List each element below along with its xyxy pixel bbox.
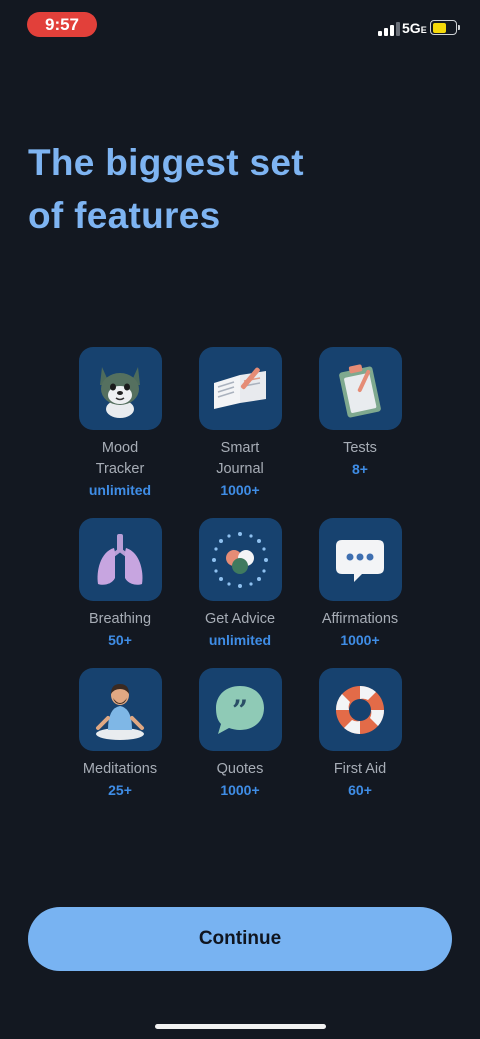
feature-label: First Aid bbox=[298, 759, 422, 780]
feature-label: Get Advice bbox=[178, 609, 302, 630]
feature-count: unlimited bbox=[88, 482, 152, 498]
feature-first-aid[interactable]: First Aid 60+ bbox=[298, 668, 422, 801]
feature-label-line: Journal bbox=[216, 461, 264, 477]
feature-count: 50+ bbox=[108, 632, 132, 648]
wolf-mascot-icon bbox=[100, 366, 140, 418]
chat-bubble-icon bbox=[336, 539, 384, 582]
feature-label-line: Tracker bbox=[95, 461, 145, 477]
feature-count: unlimited bbox=[208, 632, 272, 648]
feature-label-line: Breathing bbox=[88, 611, 152, 627]
feature-count: 1000+ bbox=[220, 482, 260, 498]
continue-button[interactable]: Continue bbox=[28, 907, 452, 971]
status-bar: 9:57 5GE bbox=[0, 0, 480, 48]
network-indicator: 5GE bbox=[402, 20, 427, 36]
feature-label-line: First Aid bbox=[333, 761, 387, 777]
feature-label-line: Quotes bbox=[216, 761, 264, 777]
cellular-signal-icon bbox=[378, 22, 400, 36]
feature-label-line: Affirmations bbox=[321, 611, 399, 627]
battery-icon bbox=[430, 20, 460, 35]
feature-tile[interactable]: ” bbox=[198, 668, 282, 751]
feature-label-line: Get Advice bbox=[204, 611, 276, 627]
page-title: The biggest set of features bbox=[28, 136, 448, 242]
lungs-icon bbox=[97, 533, 143, 585]
feature-count: 8+ bbox=[352, 461, 368, 477]
feature-tile[interactable] bbox=[318, 668, 402, 751]
feature-breathing[interactable]: Breathing 50+ bbox=[58, 518, 182, 651]
feature-tile[interactable] bbox=[78, 518, 162, 601]
feature-label: Smart Journal bbox=[178, 438, 302, 480]
feature-label: Tests bbox=[298, 438, 422, 459]
feature-affirmations[interactable]: Affirmations 1000+ bbox=[298, 518, 422, 651]
feature-label-line: Meditations bbox=[82, 761, 158, 777]
network-type: 5G bbox=[402, 20, 421, 36]
quote-bubble-icon: ” bbox=[216, 685, 264, 734]
lifebuoy-icon bbox=[335, 685, 385, 734]
feature-tile[interactable] bbox=[78, 668, 162, 751]
status-time: 9:57 bbox=[27, 12, 97, 37]
feature-count: 1000+ bbox=[220, 782, 260, 798]
feature-label: Breathing bbox=[58, 609, 182, 630]
feature-count: 1000+ bbox=[340, 632, 380, 648]
svg-text:”: ” bbox=[232, 694, 248, 727]
feature-tile[interactable] bbox=[198, 347, 282, 430]
feature-meditations[interactable]: Meditations 25+ bbox=[58, 668, 182, 801]
clipboard-icon bbox=[339, 364, 381, 417]
feature-get-advice[interactable]: Get Advice unlimited bbox=[178, 518, 302, 651]
feature-label: Quotes bbox=[178, 759, 302, 780]
meditating-person-icon bbox=[96, 683, 144, 740]
feature-label: Affirmations bbox=[298, 609, 422, 630]
feature-label-line: Tests bbox=[343, 440, 377, 456]
feature-quotes[interactable]: ” Quotes 1000+ bbox=[178, 668, 302, 801]
feature-tests[interactable]: Tests 8+ bbox=[298, 347, 422, 480]
feature-tile[interactable] bbox=[198, 518, 282, 601]
feature-tile[interactable] bbox=[318, 347, 402, 430]
feature-count: 25+ bbox=[108, 782, 132, 798]
feature-smart-journal[interactable]: Smart Journal 1000+ bbox=[178, 347, 302, 501]
page-title-line-1: The biggest set bbox=[28, 142, 304, 183]
page-title-line-2: of features bbox=[28, 195, 221, 236]
journal-icon bbox=[214, 367, 266, 409]
network-sub: E bbox=[420, 25, 427, 35]
feature-tile[interactable] bbox=[318, 518, 402, 601]
feature-tile[interactable] bbox=[78, 347, 162, 430]
feature-count: 60+ bbox=[348, 782, 372, 798]
feature-label-line: Mood bbox=[101, 440, 139, 456]
advice-orb-icon bbox=[212, 531, 268, 588]
feature-mood-tracker[interactable]: Mood Tracker unlimited bbox=[58, 347, 182, 501]
feature-label: Mood Tracker bbox=[58, 438, 182, 480]
feature-label: Meditations bbox=[58, 759, 182, 780]
feature-label-line: Smart bbox=[220, 440, 260, 456]
home-indicator[interactable] bbox=[155, 1024, 326, 1029]
